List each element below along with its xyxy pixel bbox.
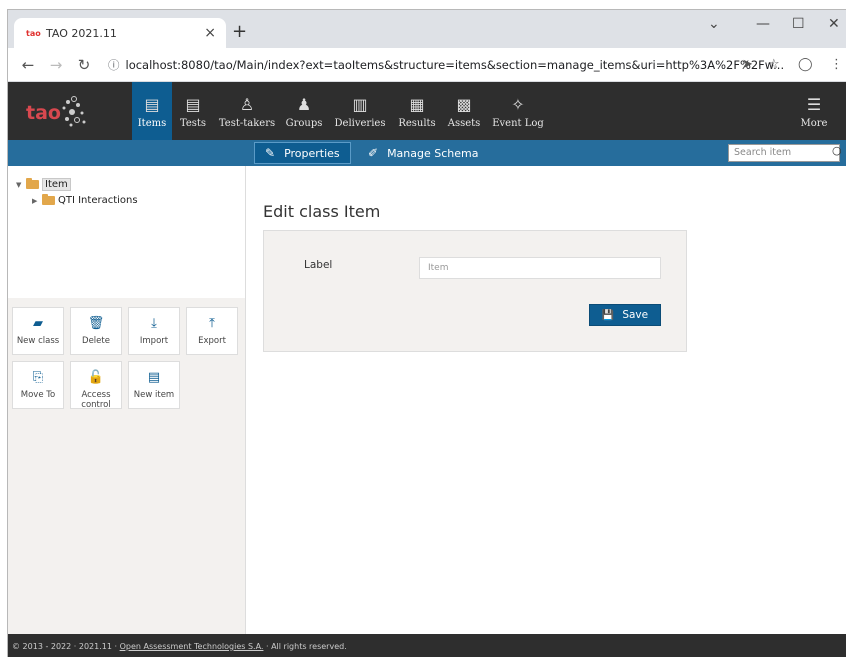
browser-menu-icon[interactable]: ⋮ — [830, 57, 843, 72]
footer: © 2013 - 2022 · 2021.11 · Open Assessmen… — [8, 634, 846, 657]
nav-results[interactable]: ▦ Results — [394, 82, 440, 140]
search-input[interactable]: Search item — [728, 144, 840, 162]
tab-strip: tao TAO 2021.11 × + ⌄ — ☐ ✕ — [8, 10, 846, 48]
action-bar-left — [8, 140, 246, 166]
forward-icon[interactable]: → — [42, 56, 70, 74]
close-window-icon[interactable]: ✕ — [828, 16, 840, 32]
test-takers-icon: ♙ — [239, 95, 255, 114]
url-text: localhost:8080/tao/Main/index?ext=taoIte… — [125, 57, 785, 72]
browser-window: tao TAO 2021.11 × + ⌄ — ☐ ✕ ← → ↻ ⓘ local… — [7, 9, 846, 657]
maximize-icon[interactable]: ☐ — [792, 16, 805, 32]
move-to-button[interactable]: ⎘ Move To — [12, 361, 64, 409]
properties-tab[interactable]: ✎ Properties — [254, 142, 351, 164]
nav-test-takers[interactable]: ♙ Test-takers — [214, 82, 280, 140]
nav-assets[interactable]: ▩ Assets — [444, 82, 484, 140]
minimize-icon[interactable]: — — [756, 16, 770, 32]
reload-icon[interactable]: ↻ — [70, 56, 98, 74]
footer-company-link[interactable]: Open Assessment Technologies S.A. — [120, 642, 264, 651]
browser-toolbar: ← → ↻ ⓘ localhost:8080/tao/Main/index?ext… — [8, 48, 846, 82]
browser-tab[interactable]: tao TAO 2021.11 × — [14, 18, 226, 48]
edit-class-form: Label Item 💾 Save — [263, 230, 687, 352]
label-input[interactable]: Item — [419, 257, 661, 279]
logo-text: tao — [26, 102, 61, 124]
save-button[interactable]: 💾 Save — [589, 304, 661, 326]
bookmark-star-icon[interactable]: ☆ — [768, 57, 780, 72]
new-tab-icon[interactable]: + — [232, 21, 247, 42]
pencil-icon: ✎ — [265, 146, 276, 160]
nav-event-log[interactable]: ✧ Event Log — [490, 82, 546, 140]
send-icon[interactable]: ➤ — [742, 57, 753, 72]
move-to-icon: ⎘ — [32, 370, 44, 385]
export-button[interactable]: ⤒ Export — [186, 307, 238, 355]
tao-header: tao ▤ Items ▤ Tests ♙ Test-takers ♟ Grou… — [8, 82, 846, 140]
unlock-icon: 🔓 — [87, 370, 105, 385]
tab-title: TAO 2021.11 — [46, 26, 117, 40]
search-icon[interactable]: ○ — [832, 144, 842, 157]
new-item-icon: ▤ — [147, 370, 161, 385]
new-class-button[interactable]: ▰ New class — [12, 307, 64, 355]
caret-right-icon[interactable]: ▶ — [32, 197, 42, 205]
nav-items[interactable]: ▤ Items — [132, 82, 172, 140]
new-item-button[interactable]: ▤ New item — [128, 361, 180, 409]
edit-schema-icon: ✐ — [368, 146, 379, 160]
page-title: Edit class Item — [263, 202, 381, 221]
nav-deliveries[interactable]: ▥ Deliveries — [332, 82, 388, 140]
tests-icon: ▤ — [185, 95, 201, 114]
access-control-button[interactable]: 🔓 Access control — [70, 361, 122, 410]
site-info-icon[interactable]: ⓘ — [108, 58, 120, 72]
new-class-icon: ▰ — [33, 316, 43, 331]
caret-down-icon[interactable]: ▼ — [16, 181, 26, 189]
tab-close-icon[interactable]: × — [204, 25, 216, 41]
event-log-icon: ✧ — [511, 95, 525, 114]
footer-rights: · All rights reserved. — [263, 642, 347, 651]
deliveries-icon: ▥ — [352, 95, 368, 114]
folder-icon — [42, 194, 55, 205]
trash-icon: 🗑 — [87, 316, 105, 331]
results-icon: ▦ — [409, 95, 425, 114]
sidebar: ▼ Item ▶ QTI Interactions ▰ New class 🗑 … — [8, 166, 246, 634]
profile-icon[interactable]: ◯ — [798, 57, 813, 72]
export-icon: ⤒ — [209, 316, 215, 331]
address-bar[interactable]: ⓘ localhost:8080/tao/Main/index?ext=taoIt… — [108, 57, 784, 73]
label-field-label: Label — [304, 259, 333, 271]
save-icon: 💾 — [601, 309, 615, 321]
tao-favicon-icon: tao — [26, 28, 41, 38]
assets-icon: ▩ — [456, 95, 472, 114]
tree-node-qti-interactions[interactable]: ▶ QTI Interactions — [32, 194, 138, 206]
groups-icon: ♟ — [296, 95, 312, 114]
class-tree: ▼ Item ▶ QTI Interactions — [8, 166, 245, 298]
items-icon: ▤ — [144, 95, 160, 114]
action-bar: ✎ Properties ✐ Manage Schema Search item… — [8, 140, 846, 166]
folder-open-icon — [26, 178, 39, 189]
tree-node-item[interactable]: ▼ Item — [16, 178, 71, 191]
back-icon[interactable]: ← — [14, 56, 42, 74]
main-content: Edit class Item Label Item 💾 Save — [247, 166, 846, 634]
import-button[interactable]: ⤓ Import — [128, 307, 180, 355]
delete-button[interactable]: 🗑 Delete — [70, 307, 122, 355]
hamburger-icon: ☰ — [806, 95, 822, 114]
nav-groups[interactable]: ♟ Groups — [282, 82, 326, 140]
import-icon: ⤓ — [151, 316, 157, 331]
nav-tests[interactable]: ▤ Tests — [174, 82, 212, 140]
footer-copyright: © 2013 - 2022 · 2021.11 · — [12, 642, 120, 651]
tab-search-icon[interactable]: ⌄ — [708, 16, 720, 32]
manage-schema-tab[interactable]: ✐ Manage Schema — [358, 142, 488, 164]
nav-more[interactable]: ☰ More — [794, 82, 834, 140]
